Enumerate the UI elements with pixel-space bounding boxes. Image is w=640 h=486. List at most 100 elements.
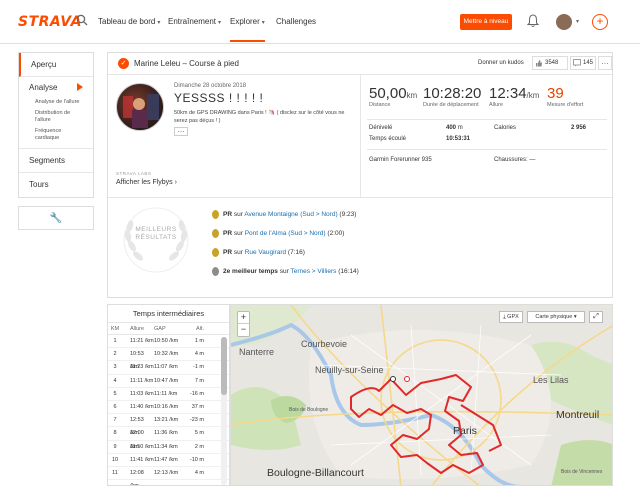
stat-effort: 39 Mesure d'effort: [547, 85, 584, 108]
zoom-in-button[interactable]: +: [238, 312, 249, 324]
table-row[interactable]: 4 11:11 /km 10:47 /km 7 m: [108, 375, 229, 388]
table-cell: 12:53 /km: [130, 417, 144, 437]
gold-medal-icon: [212, 248, 219, 257]
activity-stats: 50,00km Distance 10:28:20 Durée de dépla…: [361, 75, 612, 197]
nav-explore[interactable]: Explorer ▾: [230, 17, 265, 42]
table-cell: -1 m: [192, 364, 204, 371]
end-marker: [404, 376, 410, 382]
table-cell: 11:50 /km: [130, 443, 154, 450]
table-cell: -16 m: [189, 390, 204, 397]
segment-link[interactable]: Pont de l'Alma (Sud > Nord): [245, 230, 326, 237]
table-cell: 11:11 /km: [130, 377, 154, 384]
upgrade-button[interactable]: Mettre à niveau: [460, 14, 512, 30]
pr-row: PR sur Rue Vaugirard (7:16): [212, 248, 305, 257]
table-row[interactable]: 6 11:40 /km 10:16 /km 37 m: [108, 401, 229, 415]
nav-challenges[interactable]: Challenges: [276, 17, 316, 26]
table-cell: 5 m: [194, 430, 204, 437]
table-cell: 2: [113, 351, 117, 358]
table-cell: 12:00 /km: [130, 430, 144, 450]
expand-description-button[interactable]: …: [174, 127, 188, 136]
table-row[interactable]: 9 11:50 /km 11:34 /km 2 m: [108, 441, 229, 454]
export-gpx-button[interactable]: ⤓ GPX: [499, 311, 523, 323]
strava-logo[interactable]: STRAVA: [18, 14, 82, 30]
table-cell: 10:32 /km: [154, 351, 179, 358]
flyby-link[interactable]: Afficher les Flybys ›: [116, 179, 177, 186]
search-icon[interactable]: [76, 14, 88, 26]
elapsed-value: 10:53:31: [446, 136, 471, 142]
table-cell: 7 m: [194, 377, 204, 384]
segment-link[interactable]: Avenue Montaigne (Sud > Nord): [244, 211, 337, 218]
table-cell: 5: [113, 390, 117, 397]
device-name: Garmin Forerunner 935: [369, 157, 432, 163]
table-row[interactable]: 7 12:53 /km 13:21 /km -23 m: [108, 414, 229, 437]
gold-medal-icon: [212, 210, 219, 219]
table-row[interactable]: 1 11:21 /km 10:50 /km 1 m: [108, 335, 229, 349]
table-row[interactable]: 8 12:00 /km 11:36 /km 5 m: [108, 427, 229, 450]
chevron-down-icon: ▾: [157, 20, 161, 26]
add-icon[interactable]: +: [592, 14, 608, 30]
table-cell: -10 m: [189, 456, 204, 463]
zoom-out-button[interactable]: −: [238, 324, 249, 336]
route-map[interactable]: Nanterre Courbevoie Neuilly-sur-Seine Le…: [230, 304, 613, 486]
map-label-paris: Paris: [453, 425, 477, 437]
sidebar-sub-heart-rate[interactable]: Fréquence cardiaque: [19, 126, 93, 144]
bell-icon[interactable]: [527, 14, 539, 28]
table-row[interactable]: 10 11:41 /km 11:47 /km -10 m: [108, 454, 229, 467]
gold-medal-icon: [212, 229, 219, 238]
table-cell: 1: [113, 338, 117, 344]
sidebar-sub-pace-distribution[interactable]: Distribution de l'allure: [19, 108, 93, 126]
nav-dashboard[interactable]: Tableau de bord ▾: [98, 17, 160, 26]
athlete-photo[interactable]: [116, 83, 164, 131]
segment-link[interactable]: Rue Vaugirard: [245, 249, 286, 256]
activity-date: Dimanche 28 octobre 2018: [174, 83, 247, 89]
map-label-montreuil: Montreuil: [556, 409, 600, 421]
chevron-down-icon: ▾: [218, 20, 222, 26]
user-avatar[interactable]: [556, 14, 572, 30]
table-cell: 4 m: [194, 351, 204, 358]
stat-moving-time: 10:28:20 Durée de déplacement: [423, 85, 482, 108]
table-cell: 12:13 /km: [154, 469, 179, 476]
splits-body: 1 11:21 /km 10:50 /km 1 m 2 10:53 /km 10:32 /k…: [108, 335, 229, 485]
table-row[interactable]: 5 11:03 /km 11:11 /km -16 m: [108, 388, 229, 401]
activity-card: ✓ Marine Leleu – Course à pied Donner un…: [107, 52, 613, 298]
segment-link[interactable]: Ternes > Villiers: [290, 268, 336, 275]
sidebar-item-segments[interactable]: Segments: [19, 149, 93, 173]
shoes-info: Chaussures: —: [494, 157, 536, 163]
strava-labs-label: STRAVA LABS: [116, 171, 152, 176]
sidebar-item-overview[interactable]: Aperçu: [19, 53, 93, 77]
start-marker: [390, 376, 396, 382]
comment-count-button[interactable]: 145: [570, 56, 596, 70]
sidebar-item-analysis[interactable]: Analyse: [19, 77, 93, 97]
map-type-select[interactable]: Carte physique ▾: [527, 311, 585, 323]
sidebar-item-laps[interactable]: Tours: [19, 173, 93, 197]
wrench-icon[interactable]: 🔧: [18, 206, 94, 230]
kudos-count-button[interactable]: 3548: [532, 56, 568, 70]
give-kudos-link[interactable]: Donner un kudos: [478, 60, 524, 66]
table-row[interactable]: 2 10:53 /km 10:32 /km 4 m: [108, 348, 229, 370]
more-options-icon[interactable]: …: [598, 56, 612, 70]
table-cell: 11: [112, 469, 118, 476]
chevron-down-icon[interactable]: ▾: [576, 18, 579, 25]
scrollbar-thumb[interactable]: [221, 337, 227, 395]
table-cell: 9: [113, 443, 117, 450]
chevron-down-icon: ▾: [261, 20, 265, 26]
thumbs-up-icon: [536, 60, 542, 67]
table-cell: 3: [113, 364, 117, 371]
table-cell: 11:41 /km: [130, 456, 154, 463]
table-row[interactable]: 11 12:08 /km 12:13 /km 4 m: [108, 467, 229, 485]
fullscreen-icon[interactable]: ⤢: [589, 311, 603, 323]
best-efforts-section: MEILLEURS RÉSULTATS PR sur Avenue Montai…: [108, 197, 612, 297]
map-label-neuilly: Neuilly-sur-Seine: [315, 365, 384, 375]
silver-medal-icon: [212, 267, 219, 276]
activity-summary: Dimanche 28 octobre 2018 YESSSS ! ! ! ! …: [108, 75, 361, 197]
activity-description: 50km de GPS DRAWING dans Paris ! 🦄 ( dis…: [174, 110, 345, 124]
map-label-les-lilas: Les Lilas: [533, 375, 569, 385]
table-cell: 11:34 /km: [154, 443, 178, 450]
nav-training[interactable]: Entraînement ▾: [168, 17, 221, 26]
table-row[interactable]: 3 11:23 /km 11:07 /km -1 m: [108, 361, 229, 375]
table-cell: -23 m: [189, 417, 204, 424]
sidebar-sub-pace-analysis[interactable]: Analyse de l'allure: [19, 97, 93, 108]
splits-header: KM Allure GAP Alt.: [108, 323, 229, 335]
table-cell: 12:08 /km: [130, 469, 144, 485]
stat-distance: 50,00km Distance: [369, 85, 418, 108]
